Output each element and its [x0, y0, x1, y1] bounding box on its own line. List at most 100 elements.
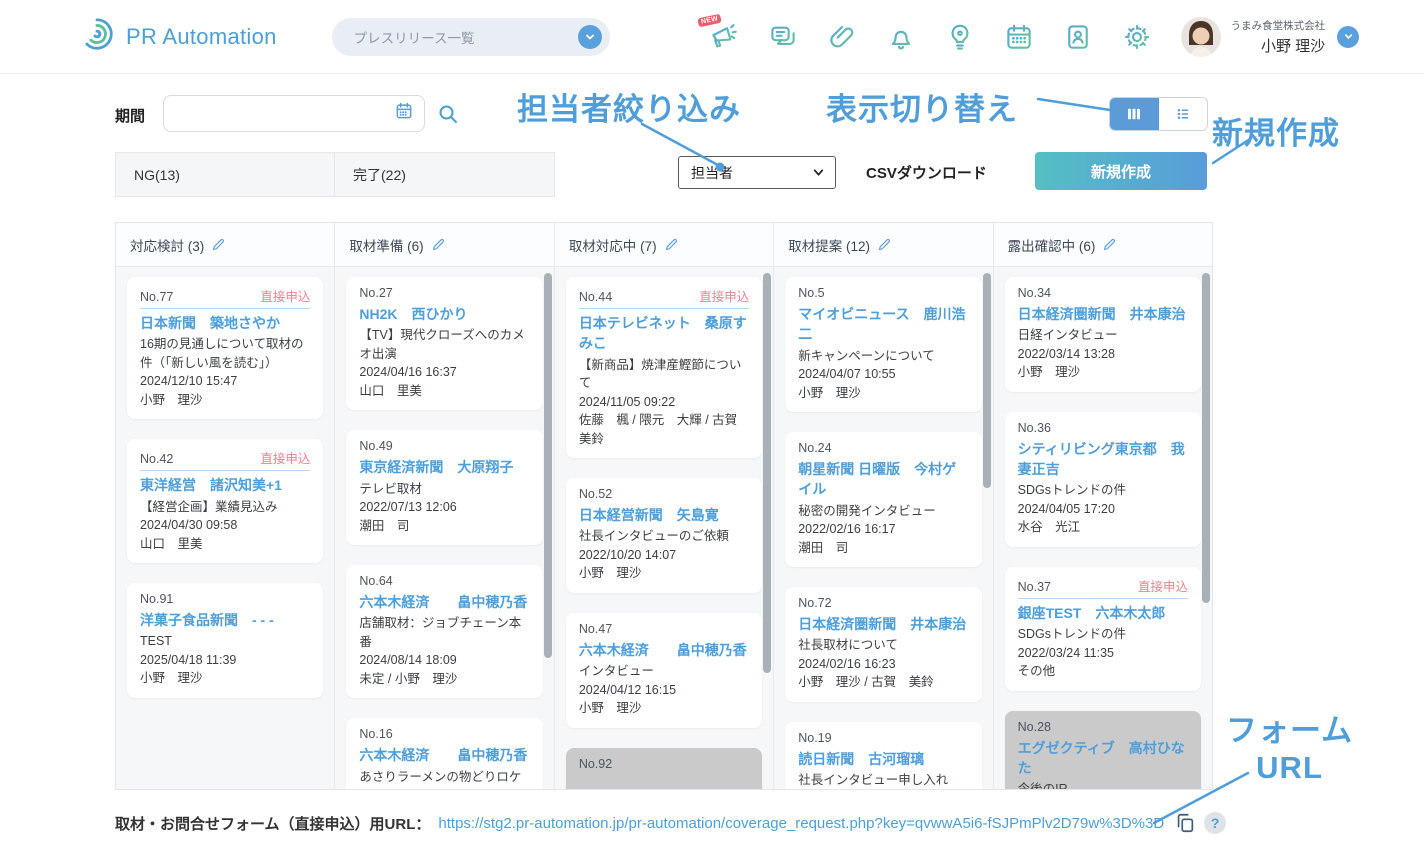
direct-application-badge: 直接申込 — [260, 448, 310, 467]
column-body: No.34日本経済圏新聞 井本康治日経インタビュー2022/03/14 13:2… — [994, 267, 1212, 789]
annotation-line-view-toggle — [1038, 99, 1110, 110]
card-datetime: 2024/08/14 18:09 — [359, 651, 529, 670]
kanban-card[interactable]: No.49東京経済新聞 大原翔子テレビ取材2022/07/13 12:06潮田 … — [346, 430, 542, 545]
column-title: 取材提案 (12) — [788, 235, 870, 255]
lightbulb-icon[interactable] — [944, 21, 976, 53]
card-title[interactable]: 日本経済圏新聞 井本康治 — [798, 614, 968, 634]
card-title[interactable]: 日本テレビネット 桑原すみこ — [579, 313, 749, 354]
kanban-card[interactable]: No.27NH2K 西ひかり【TV】現代クローズへのカメオ出演2024/04/1… — [346, 277, 542, 410]
period-date-input[interactable] — [163, 95, 425, 132]
kanban-card[interactable]: No.16六本木経済 畠中穂乃香あさりラーメンの物どりロケ2024/04/25 … — [346, 718, 542, 789]
card-desc: 社長インタビュー申し入れ — [798, 771, 968, 789]
user-menu[interactable]: うまみ食堂株式会社 小野 理沙 — [1181, 17, 1360, 57]
column-title: 取材準備 (6) — [349, 235, 423, 255]
card-number: No.28 — [1018, 720, 1051, 734]
direct-application-badge: 直接申込 — [260, 286, 310, 305]
calendar-small-icon[interactable] — [394, 101, 414, 126]
card-number: No.77 — [140, 290, 173, 304]
kanban-card[interactable]: No.92【新商品】焼津産鰹節について2025/04/23 10:26小野 理沙… — [566, 748, 762, 789]
kanban-card[interactable]: No.37直接申込銀座TEST 六本木太郎SDGsトレンドの件2022/03/2… — [1005, 567, 1201, 691]
card-title[interactable]: 読日新聞 古河瑠璃 — [798, 749, 968, 769]
help-icon[interactable]: ? — [1204, 812, 1226, 834]
tab-done[interactable]: 完了(22) — [335, 152, 555, 197]
list-view-toggle[interactable] — [1159, 98, 1208, 130]
calendar-icon[interactable] — [1003, 21, 1035, 53]
card-title[interactable]: 東洋経営 諸沢知美+1 — [140, 475, 310, 495]
create-new-button[interactable]: 新規作成 — [1035, 152, 1207, 190]
tab-ng[interactable]: NG(13) — [115, 152, 335, 197]
scrollbar-thumb[interactable] — [1202, 273, 1210, 603]
column-body: No.5マイオビニュース 鹿川浩二新キャンペーンについて2024/04/07 1… — [774, 267, 992, 789]
card-datetime: 2022/03/14 13:28 — [1018, 345, 1188, 364]
kanban-card[interactable]: No.47六本木経済 畠中穂乃香インタビュー2024/04/12 16:15小野… — [566, 613, 762, 728]
grid-view-toggle[interactable] — [1110, 98, 1159, 130]
card-datetime: 2024/02/16 16:23 — [798, 655, 968, 674]
card-title[interactable]: シティリビング東京都 我妻正吉 — [1018, 439, 1188, 480]
edit-pencil-icon[interactable] — [1102, 237, 1117, 252]
card-number-row: No.77 直接申込 — [140, 286, 310, 309]
kanban-column: 取材対応中 (7)No.44直接申込日本テレビネット 桑原すみこ【新商品】焼津産… — [555, 223, 774, 789]
card-title[interactable]: 東京経済新聞 大原翔子 — [359, 457, 529, 477]
card-title[interactable]: エグゼクティブ 高村ひなた — [1018, 738, 1188, 779]
card-datetime: 2022/03/24 11:35 — [1018, 644, 1188, 663]
scrollbar-thumb[interactable] — [763, 273, 771, 673]
card-title[interactable]: 銀座TEST 六本木太郎 — [1018, 603, 1188, 623]
card-desc: インタビュー — [579, 662, 749, 681]
period-label: 期間 — [115, 105, 145, 126]
card-title[interactable]: 六本木経済 畠中穂乃香 — [359, 592, 529, 612]
card-number: No.49 — [359, 439, 392, 453]
edit-pencil-icon[interactable] — [431, 237, 446, 252]
card-title[interactable]: マイオビニュース 鹿川浩二 — [798, 304, 968, 345]
card-title[interactable] — [579, 775, 749, 789]
direct-application-badge: 直接申込 — [1138, 576, 1188, 595]
kanban-card[interactable]: No.72日本経済圏新聞 井本康治社長取材について2024/02/16 16:2… — [785, 587, 981, 702]
card-title[interactable]: 六本木経済 畠中穂乃香 — [579, 640, 749, 660]
kanban-card[interactable]: No.5マイオビニュース 鹿川浩二新キャンペーンについて2024/04/07 1… — [785, 277, 981, 412]
card-title[interactable]: 日本新聞 築地さやか — [140, 313, 310, 333]
kanban-card[interactable]: No.42直接申込東洋経営 諸沢知美+1【経営企画】業績見込み2024/04/3… — [127, 439, 323, 563]
kanban-card[interactable]: No.91洋菓子食品新聞 - - -TEST2025/04/18 11:39小野… — [127, 583, 323, 698]
app-logo[interactable]: PR Automation — [78, 15, 277, 58]
kanban-card[interactable]: No.34日本経済圏新聞 井本康治日経インタビュー2022/03/14 13:2… — [1005, 277, 1201, 392]
card-person: 佐藤 楓 / 隈元 大輝 / 古賀 美鈴 — [579, 411, 749, 448]
form-url-bar: 取材・お問合せフォーム（直接申込）用URL： https://stg2.pr-a… — [115, 812, 1226, 834]
paperclip-icon[interactable] — [826, 21, 858, 53]
card-title[interactable]: 朝星新聞 日曜版 今村ゲイル — [798, 459, 968, 500]
assignee-select[interactable]: 担当者 — [678, 156, 836, 189]
card-datetime: 2024/11/05 09:22 — [579, 393, 749, 412]
kanban-board: 対応検討 (3)No.77直接申込日本新聞 築地さやか16期の見通しについて取材… — [115, 222, 1213, 790]
kanban-card[interactable]: No.19読日新聞 古河瑠璃社長インタビュー申し入れ2024/04/26 14:… — [785, 722, 981, 789]
edit-pencil-icon[interactable] — [211, 237, 226, 252]
kanban-card[interactable]: No.36シティリビング東京都 我妻正吉SDGsトレンドの件2024/04/05… — [1005, 412, 1201, 547]
search-icon[interactable] — [436, 102, 460, 126]
card-title[interactable]: 日本経営新聞 矢島寛 — [579, 505, 749, 525]
edit-pencil-icon[interactable] — [877, 237, 892, 252]
form-url-label: 取材・お問合せフォーム（直接申込）用URL： — [115, 813, 430, 834]
card-title[interactable]: 洋菓子食品新聞 - - - — [140, 610, 310, 630]
scrollbar-thumb[interactable] — [983, 273, 991, 488]
form-url-link[interactable]: https://stg2.pr-automation.jp/pr-automat… — [438, 815, 1164, 832]
edit-pencil-icon[interactable] — [664, 237, 679, 252]
csv-download-button[interactable]: CSVダウンロード — [866, 162, 987, 183]
card-person: 小野 理沙 — [579, 564, 749, 583]
kanban-card[interactable]: No.52日本経営新聞 矢島寛社長インタビューのご依頼2022/10/20 14… — [566, 478, 762, 593]
column-header: 取材提案 (12) — [774, 223, 992, 267]
chat-icon[interactable] — [767, 21, 799, 53]
scrollbar-thumb[interactable] — [544, 273, 552, 658]
card-title[interactable]: 六本木経済 畠中穂乃香 — [359, 745, 529, 765]
kanban-card[interactable]: No.77直接申込日本新聞 築地さやか16期の見通しについて取材の件（「新しい風… — [127, 277, 323, 419]
id-card-icon[interactable] — [1062, 21, 1094, 53]
card-number: No.64 — [359, 574, 392, 588]
gear-icon[interactable] — [1121, 21, 1153, 53]
bell-icon[interactable] — [885, 21, 917, 53]
kanban-card[interactable]: No.44直接申込日本テレビネット 桑原すみこ【新商品】焼津産鰹節について202… — [566, 277, 762, 458]
press-release-dropdown[interactable]: プレスリリース一覧 — [332, 18, 610, 56]
card-number-row: No.72 — [798, 596, 968, 610]
megaphone-icon[interactable]: NEW — [708, 21, 740, 53]
card-title[interactable]: 日本経済圏新聞 井本康治 — [1018, 304, 1188, 324]
copy-icon[interactable] — [1174, 812, 1196, 834]
kanban-card[interactable]: No.28エグゼクティブ 高村ひなた今後のIR2022/02/16 16:39小… — [1005, 711, 1201, 789]
kanban-card[interactable]: No.24朝星新聞 日曜版 今村ゲイル秘密の開発インタビュー2022/02/16… — [785, 432, 981, 567]
card-title[interactable]: NH2K 西ひかり — [359, 304, 529, 324]
kanban-card[interactable]: No.64六本木経済 畠中穂乃香店舗取材：ジョブチェーン本番2024/08/14… — [346, 565, 542, 698]
